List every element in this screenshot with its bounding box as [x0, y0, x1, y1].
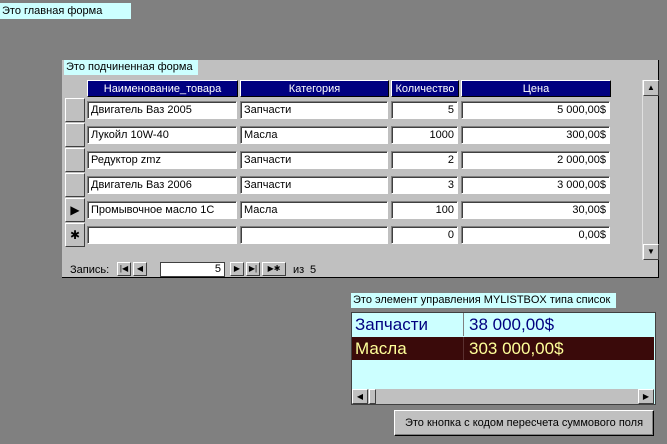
prev-record-button[interactable]: ◀ [133, 262, 147, 276]
main-form-label: Это главная форма [0, 3, 131, 19]
cell-price[interactable]: 30,00$ [461, 201, 610, 219]
listbox-horizontal-scrollbar[interactable]: ◀ ▶ [352, 389, 654, 404]
cell-price[interactable]: 0,00$ [461, 226, 610, 244]
row-selector[interactable] [65, 148, 85, 172]
record-number-input[interactable]: 5 [160, 262, 225, 277]
row-selector[interactable] [65, 98, 85, 122]
cell-quantity[interactable]: 3 [391, 176, 458, 194]
cell-quantity[interactable]: 100 [391, 201, 458, 219]
cell-quantity[interactable]: 0 [391, 226, 458, 244]
cell-category[interactable]: Запчасти [240, 151, 388, 169]
cell-name[interactable]: Двигатель Ваз 2006 [87, 176, 237, 194]
column-header-name[interactable]: Наименование_товара [87, 80, 238, 97]
listbox-item-selected[interactable]: Масла 303 000,00$ [352, 337, 654, 360]
listbox-item-sum: 38 000,00$ [469, 315, 555, 334]
new-record-button[interactable]: ▶✱ [262, 262, 286, 276]
cell-quantity[interactable]: 1000 [391, 126, 458, 144]
row-selector[interactable] [65, 123, 85, 147]
first-record-button[interactable]: |◀ [117, 262, 131, 276]
cell-price[interactable]: 3 000,00$ [461, 176, 610, 194]
row-selector-new[interactable]: ✱ [65, 223, 85, 247]
cell-category[interactable]: Запчасти [240, 176, 388, 194]
cell-name[interactable]: Редуктор zmz [87, 151, 237, 169]
cell-category[interactable]: Масла [240, 201, 388, 219]
scroll-thumb[interactable] [369, 389, 376, 404]
column-header-quantity[interactable]: Количество [391, 80, 459, 97]
cell-name[interactable] [87, 226, 237, 244]
scroll-left-icon[interactable]: ◀ [352, 389, 368, 404]
cell-category[interactable]: Запчасти [240, 101, 388, 119]
listbox-item-sum: 303 000,00$ [469, 339, 564, 358]
row-selector[interactable] [65, 173, 85, 197]
next-record-button[interactable]: ▶ [230, 262, 244, 276]
cell-category[interactable] [240, 226, 388, 244]
column-header-price[interactable]: Цена [461, 80, 611, 97]
listbox-item-category: Масла [352, 337, 464, 360]
listbox-item[interactable]: Запчасти 38 000,00$ [352, 313, 654, 336]
listbox-item-category: Запчасти [352, 313, 464, 336]
cell-price[interactable]: 5 000,00$ [461, 101, 610, 119]
cell-name[interactable]: Лукойл 10W-40 [87, 126, 237, 144]
record-nav-label: Запись: [70, 264, 110, 276]
subform-label: Это подчиненная форма [64, 60, 198, 75]
cell-name[interactable]: Двигатель Ваз 2005 [87, 101, 237, 119]
scroll-down-icon[interactable]: ▼ [643, 244, 659, 260]
cell-price[interactable]: 300,00$ [461, 126, 610, 144]
cell-price[interactable]: 2 000,00$ [461, 151, 610, 169]
subform-vertical-scrollbar[interactable]: ▲ ▼ [642, 80, 659, 260]
listbox-label: Это элемент управления MYLISTBOX типа сп… [351, 293, 616, 308]
record-total: 5 [310, 264, 317, 276]
scroll-up-icon[interactable]: ▲ [643, 80, 659, 96]
cell-name[interactable]: Промывочное масло 1С [87, 201, 237, 219]
column-header-category[interactable]: Категория [240, 80, 389, 97]
cell-quantity[interactable]: 5 [391, 101, 458, 119]
recalc-sum-button[interactable]: Это кнопка с кодом пересчета суммового п… [394, 410, 654, 436]
row-selector-current[interactable]: ▶ [65, 198, 85, 222]
cell-quantity[interactable]: 2 [391, 151, 458, 169]
scroll-right-icon[interactable]: ▶ [638, 389, 654, 404]
cell-category[interactable]: Масла [240, 126, 388, 144]
last-record-button[interactable]: ▶| [246, 262, 260, 276]
record-of-label: из [293, 264, 305, 276]
